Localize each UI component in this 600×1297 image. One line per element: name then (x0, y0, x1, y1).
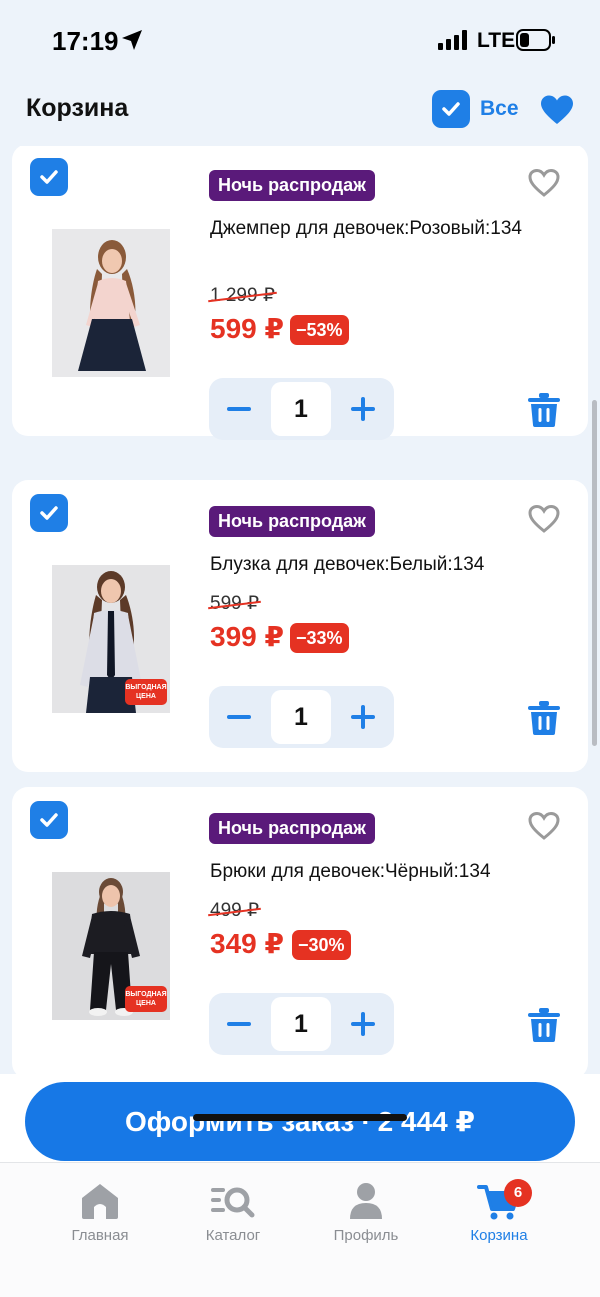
promo-badge: ВЫГОДНАЯ ЦЕНА (125, 986, 167, 1012)
old-price: 1 299 ₽ (210, 285, 275, 306)
bottom-tab-bar: Главная Каталог Профиль 6 Корзина (0, 1162, 600, 1297)
favorites-heart-icon[interactable] (540, 94, 574, 126)
discount-badge: −33% (290, 623, 349, 653)
page-title: Корзина (26, 94, 129, 122)
minus-icon (227, 1022, 251, 1026)
current-price: 599 ₽ (210, 313, 284, 344)
checkout-total: 2 444 ₽ (377, 1106, 476, 1137)
decrease-quantity-button[interactable] (209, 378, 269, 440)
product-image[interactable]: ВЫГОДНАЯ ЦЕНА (52, 872, 170, 1020)
discount-badge: −53% (290, 315, 349, 345)
sale-badge: Ночь распродаж (209, 813, 375, 844)
tab-label: Главная (71, 1227, 129, 1244)
plus-icon (351, 397, 375, 421)
location-arrow-icon (122, 30, 142, 50)
quantity-stepper: 1 (209, 993, 394, 1055)
product-name[interactable]: Джемпер для девочек:Розовый:134 (210, 214, 530, 244)
tab-catalog[interactable]: Каталог (168, 1181, 298, 1251)
increase-quantity-button[interactable] (333, 378, 393, 440)
home-icon (82, 1184, 118, 1219)
cart-item-card: ВЫГОДНАЯ ЦЕНА Ночь распродаж Брюки для д… (12, 787, 588, 1074)
product-name[interactable]: Брюки для девочек:Чёрный:134 (210, 857, 530, 887)
select-all-label: Все (480, 97, 519, 120)
checkout-separator: · (361, 1105, 371, 1137)
trash-icon[interactable] (526, 700, 562, 736)
sale-badge: Ночь распродаж (209, 506, 375, 537)
plus-icon (351, 705, 375, 729)
tab-home[interactable]: Главная (35, 1181, 165, 1251)
status-time: 17:19 (52, 26, 119, 56)
network-type: LTE (477, 29, 516, 52)
minus-icon (227, 407, 251, 411)
minus-icon (227, 715, 251, 719)
cart-item-card: ВЫГОДНАЯ ЦЕНА Ночь распродаж Блузка для … (12, 480, 588, 772)
catalog-search-icon (211, 1187, 255, 1218)
tab-label: Профиль (333, 1227, 399, 1244)
trash-icon[interactable] (526, 1007, 562, 1043)
trash-icon[interactable] (526, 392, 562, 428)
item-checkbox[interactable] (30, 158, 68, 196)
cart-list[interactable]: Ночь распродаж Джемпер для девочек:Розов… (0, 146, 600, 1074)
current-price: 399 ₽ (210, 621, 284, 652)
sale-badge: Ночь распродаж (209, 170, 375, 201)
checkmark-icon (442, 102, 460, 116)
scrollbar[interactable] (592, 400, 597, 746)
tab-cart[interactable]: 6 Корзина (434, 1179, 564, 1251)
item-checkbox[interactable] (30, 801, 68, 839)
checkout-label: Оформить заказ (124, 1105, 355, 1137)
product-image[interactable]: ВЫГОДНАЯ ЦЕНА (52, 565, 170, 713)
increase-quantity-button[interactable] (333, 993, 393, 1055)
product-name[interactable]: Блузка для девочек:Белый:134 (210, 550, 530, 580)
promo-badge: ВЫГОДНАЯ ЦЕНА (125, 679, 167, 705)
tab-label: Корзина (470, 1227, 528, 1244)
page-header: Корзина Все (0, 80, 600, 144)
checkmark-icon (40, 170, 58, 184)
checkmark-icon (40, 813, 58, 827)
battery-icon (516, 29, 555, 51)
cart-item-card: Ночь распродаж Джемпер для девочек:Розов… (12, 146, 588, 440)
quantity-value[interactable]: 1 (271, 997, 331, 1051)
product-image[interactable] (52, 229, 170, 377)
plus-icon (351, 1012, 375, 1036)
old-price: 499 ₽ (210, 900, 260, 921)
current-price: 349 ₽ (210, 928, 284, 959)
discount-badge: −30% (292, 930, 351, 960)
profile-icon (350, 1183, 382, 1219)
add-to-favorites-heart-icon[interactable] (528, 504, 560, 534)
cellular-signal-icon (438, 30, 467, 50)
checkout-button[interactable]: Оформить заказ · 2 444 ₽ (25, 1082, 575, 1161)
select-all-checkbox[interactable] (432, 90, 470, 128)
item-checkbox[interactable] (30, 494, 68, 532)
tab-profile[interactable]: Профиль (301, 1181, 431, 1251)
increase-quantity-button[interactable] (333, 686, 393, 748)
checkmark-icon (40, 506, 58, 520)
quantity-value[interactable]: 1 (271, 382, 331, 436)
status-bar: 17:19 LTE (0, 0, 600, 80)
decrease-quantity-button[interactable] (209, 993, 269, 1055)
add-to-favorites-heart-icon[interactable] (528, 168, 560, 198)
quantity-stepper: 1 (209, 686, 394, 748)
home-indicator (193, 1114, 407, 1121)
add-to-favorites-heart-icon[interactable] (528, 811, 560, 841)
cart-count-badge: 6 (504, 1179, 532, 1207)
quantity-value[interactable]: 1 (271, 690, 331, 744)
quantity-stepper: 1 (209, 378, 394, 440)
product-photo (52, 229, 170, 377)
decrease-quantity-button[interactable] (209, 686, 269, 748)
tab-label: Каталог (205, 1227, 261, 1244)
select-all-toggle[interactable]: Все (432, 90, 519, 128)
old-price: 599 ₽ (210, 593, 260, 614)
